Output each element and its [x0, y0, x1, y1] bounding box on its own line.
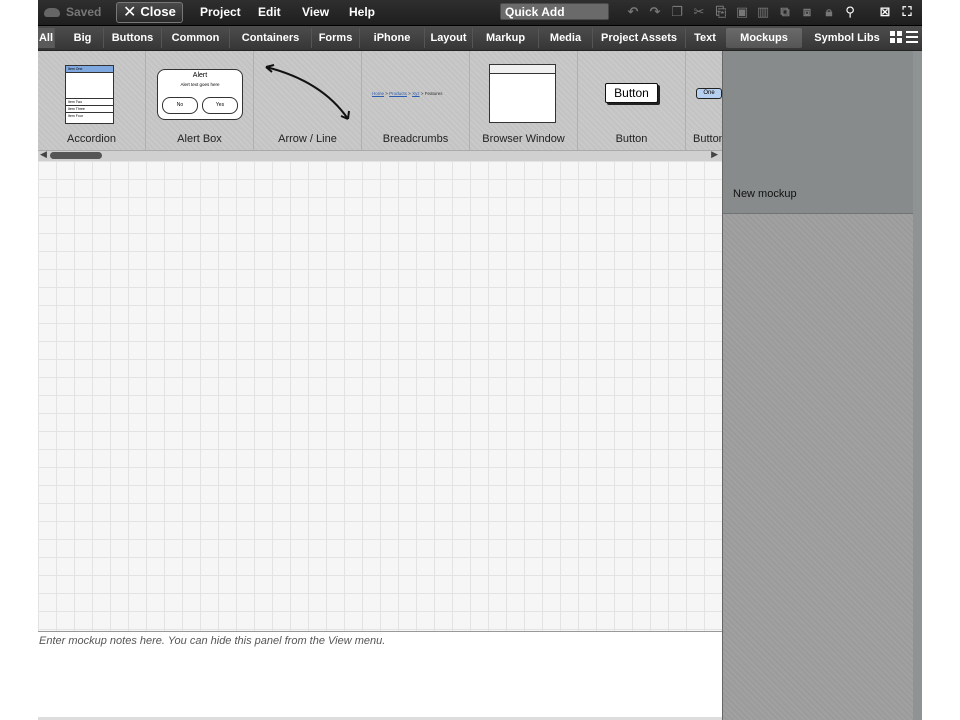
- tab-text[interactable]: Text: [686, 28, 724, 48]
- alert-yes-button: Yes: [202, 97, 238, 114]
- redo-icon[interactable]: ↷: [646, 3, 664, 21]
- menu-bar: Saved ✕ Close Project Edit View Help Quic…: [38, 0, 922, 26]
- mockups-panel: New mockup: [722, 51, 922, 720]
- mockup-label: New mockup: [733, 188, 797, 200]
- close-label: Close: [140, 4, 176, 19]
- close-button[interactable]: ✕ Close: [116, 2, 183, 23]
- group-icon[interactable]: ⧉: [776, 3, 794, 21]
- accordion-row: Item Two: [66, 99, 113, 106]
- tab-common[interactable]: Common: [162, 28, 230, 48]
- scroll-left-icon[interactable]: ◀: [40, 149, 47, 160]
- accordion-row: Item Three: [66, 106, 113, 113]
- accordion-preview: Item One Item Two Item Three Item Four: [65, 65, 114, 124]
- tab-media[interactable]: Media: [539, 28, 593, 48]
- button-preview: Button: [605, 83, 658, 103]
- ungroup-icon[interactable]: ⧈: [798, 3, 816, 21]
- alert-text: Alert text goes here: [180, 82, 220, 87]
- tab-containers[interactable]: Containers: [230, 28, 312, 48]
- paste-icon[interactable]: ▣: [733, 3, 751, 21]
- alert-preview: Alert Alert text goes here No Yes: [157, 69, 243, 120]
- menu-project[interactable]: Project: [200, 0, 241, 25]
- tab-forms[interactable]: Forms: [312, 28, 360, 48]
- balsamiq-app: Saved ✕ Close Project Edit View Help Quic…: [38, 0, 922, 720]
- arrow-icon: [265, 64, 350, 120]
- alert-no-button: No: [162, 97, 198, 114]
- library-item-label: Accordion: [67, 133, 116, 145]
- accordion-row: Item Four: [68, 114, 83, 118]
- duplicate-icon[interactable]: ❐: [668, 3, 686, 21]
- fullscreen-icon[interactable]: ⛶: [898, 3, 916, 21]
- notes-panel[interactable]: Enter mockup notes here. You can hide th…: [38, 631, 722, 720]
- category-bar: All Big Buttons Common Containers Forms …: [38, 26, 724, 51]
- scrollbar-thumb[interactable]: [50, 152, 102, 159]
- tab-big[interactable]: Big: [62, 28, 104, 48]
- delete-icon[interactable]: ▥: [754, 3, 772, 21]
- ui-library: Item One Item Two Item Three Item Four A…: [38, 51, 722, 150]
- library-item-label: Arrow / Line: [278, 133, 337, 145]
- library-item-button-bar[interactable]: One Button Bar: [686, 51, 722, 150]
- close-window-icon[interactable]: ⊠: [876, 3, 894, 21]
- tab-mockups[interactable]: Mockups: [726, 28, 802, 48]
- tab-all[interactable]: All: [38, 28, 55, 48]
- mockup-canvas[interactable]: [38, 161, 722, 631]
- library-scrollbar[interactable]: ◀ ▶: [38, 149, 722, 161]
- library-item-label: Alert Box: [177, 133, 222, 145]
- library-item-label: Button Bar: [693, 133, 722, 145]
- tab-buttons[interactable]: Buttons: [104, 28, 162, 48]
- cloud-icon: [44, 8, 60, 17]
- accordion-row: Item One: [66, 66, 113, 73]
- search-icon[interactable]: ⚲: [841, 3, 859, 21]
- button-bar-preview: One: [696, 88, 722, 99]
- tab-iphone[interactable]: iPhone: [360, 28, 425, 48]
- library-item-accordion[interactable]: Item One Item Two Item Three Item Four A…: [38, 51, 146, 150]
- cut-icon[interactable]: ✂: [690, 3, 708, 21]
- right-panel-tabs: Mockups Symbol Libs: [724, 26, 922, 51]
- lock-icon[interactable]: 🔒︎: [820, 3, 838, 21]
- library-item-label: Breadcrumbs: [382, 133, 449, 145]
- close-icon: ✕: [123, 4, 137, 21]
- saved-label: Saved: [66, 5, 102, 19]
- library-item-button[interactable]: Button Button: [578, 51, 686, 150]
- saved-button[interactable]: Saved: [44, 0, 112, 25]
- library-item-alert-box[interactable]: Alert Alert text goes here No Yes Alert …: [146, 51, 254, 150]
- library-item-label: Button: [615, 133, 648, 145]
- scroll-right-icon[interactable]: ▶: [711, 149, 718, 160]
- tab-project-assets[interactable]: Project Assets: [593, 28, 686, 48]
- menu-help[interactable]: Help: [349, 0, 375, 25]
- library-item-arrow-line[interactable]: Arrow / Line: [254, 51, 362, 150]
- quick-add-input[interactable]: Quick Add: [500, 3, 609, 20]
- notes-placeholder: Enter mockup notes here. You can hide th…: [39, 635, 386, 647]
- breadcrumbs-preview: Home > Products > Xyz > Features: [372, 91, 443, 96]
- tab-layout[interactable]: Layout: [425, 28, 473, 48]
- menu-edit[interactable]: Edit: [258, 0, 281, 25]
- list-view-icon[interactable]: [906, 31, 918, 43]
- mockup-thumbnail[interactable]: New mockup: [723, 51, 913, 214]
- tab-symbol-libs[interactable]: Symbol Libs: [806, 28, 888, 48]
- undo-icon[interactable]: ↶: [624, 3, 642, 21]
- grid-view-icon[interactable]: [890, 31, 902, 43]
- library-item-label: Browser Window: [482, 133, 565, 145]
- alert-title: Alert: [192, 72, 208, 79]
- menu-view[interactable]: View: [302, 0, 329, 25]
- browser-window-preview: [489, 64, 556, 123]
- library-item-browser-window[interactable]: Browser Window: [470, 51, 578, 150]
- tab-markup[interactable]: Markup: [473, 28, 539, 48]
- copy-icon[interactable]: ⎘: [712, 3, 730, 21]
- mockups-scrollbar[interactable]: [913, 51, 922, 720]
- library-item-breadcrumbs[interactable]: Home > Products > Xyz > Features Breadcr…: [362, 51, 470, 150]
